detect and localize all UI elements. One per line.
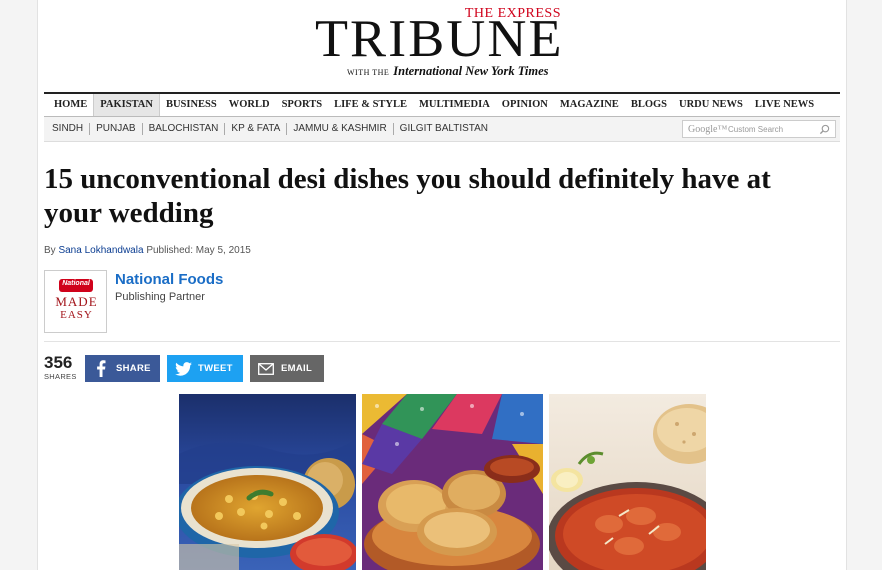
dish-photo-karahi[interactable] xyxy=(549,394,706,570)
search-icon[interactable] xyxy=(819,124,830,135)
dish-photo-curry[interactable] xyxy=(179,394,356,570)
subnav-item-sindh[interactable]: SINDH xyxy=(46,123,91,135)
facebook-share-label: SHARE xyxy=(116,363,151,374)
partner-logo-line1: MADE xyxy=(55,294,98,309)
nav-item-sports[interactable]: SPORTS xyxy=(276,94,328,116)
nav-item-urdu-news[interactable]: URDU NEWS xyxy=(673,94,749,116)
email-icon xyxy=(257,360,275,378)
nav-item-home[interactable]: HOME xyxy=(48,94,93,116)
logo-tribune: TRIBUNE xyxy=(315,10,564,68)
byline-by: By xyxy=(44,245,56,256)
twitter-tweet-button[interactable]: TWEET xyxy=(167,355,243,382)
subnav-item-jammu-kashmir[interactable]: JAMMU & KASHMIR xyxy=(287,123,394,135)
email-share-button[interactable]: EMAIL xyxy=(250,355,324,382)
logo-partnership: WITH THE International New York Times xyxy=(347,64,549,79)
search-box[interactable]: Google™ Custom Search xyxy=(682,120,836,138)
nav-item-business[interactable]: BUSINESS xyxy=(160,94,223,116)
masthead: THE EXPRESS TRIBUNE WITH THE Internationa… xyxy=(38,0,846,90)
nav-item-world[interactable]: WORLD xyxy=(223,94,276,116)
logo-nyt: International New York Times xyxy=(393,64,549,78)
publish-date: Published: May 5, 2015 xyxy=(146,245,251,256)
share-count: 356 SHARES xyxy=(44,353,78,382)
nav-item-magazine[interactable]: MAGAZINE xyxy=(554,94,625,116)
partner-name-link[interactable]: National Foods xyxy=(115,271,223,288)
partner-badge-text: National xyxy=(62,280,90,287)
email-share-label: EMAIL xyxy=(281,363,313,374)
facebook-share-button[interactable]: SHARE xyxy=(85,355,160,382)
partner-role: Publishing Partner xyxy=(115,291,205,303)
nav-item-live-news[interactable]: LIVE NEWS xyxy=(749,94,820,116)
share-count-number: 356 xyxy=(44,353,73,372)
google-label: Google™ xyxy=(688,124,728,135)
subnav-item-punjab[interactable]: PUNJAB xyxy=(90,123,143,135)
primary-nav: HOME PAKISTAN BUSINESS WORLD SPORTS LIFE & ST… xyxy=(44,92,840,117)
byline: By Sana Lokhandwala Published: May 5, 20… xyxy=(44,245,251,256)
dish-photo-puri-image xyxy=(362,394,543,570)
share-count-label: SHARES xyxy=(44,372,77,381)
partner-logo-line2: EASY xyxy=(60,309,93,321)
nav-item-blogs[interactable]: BLOGS xyxy=(625,94,673,116)
partner-logo[interactable]: National MADE EASY xyxy=(44,270,107,333)
secondary-nav: SINDH PUNJAB BALOCHISTAN KP & FATA JAMMU & K… xyxy=(44,117,840,142)
subnav-item-kp-fata[interactable]: KP & FATA xyxy=(225,123,288,135)
nav-item-multimedia[interactable]: MULTIMEDIA xyxy=(413,94,496,116)
twitter-tweet-label: TWEET xyxy=(198,363,233,374)
article-headline: 15 unconventional desi dishes you should… xyxy=(44,163,771,229)
nav-item-opinion[interactable]: OPINION xyxy=(496,94,554,116)
nav-item-pakistan[interactable]: PAKISTAN xyxy=(93,94,160,116)
site-logo[interactable]: THE EXPRESS TRIBUNE WITH THE Internationa… xyxy=(310,4,570,84)
divider xyxy=(44,341,840,342)
page: THE EXPRESS TRIBUNE WITH THE Internationa… xyxy=(37,0,847,570)
search-input[interactable]: Custom Search xyxy=(728,125,783,134)
facebook-icon xyxy=(92,360,110,378)
partner-badge: National xyxy=(59,279,93,292)
twitter-icon xyxy=(174,360,192,378)
dish-photo-puri[interactable] xyxy=(362,394,543,570)
subnav-item-balochistan[interactable]: BALOCHISTAN xyxy=(143,123,226,135)
author-link[interactable]: Sana Lokhandwala xyxy=(58,245,143,256)
logo-with-the: WITH THE xyxy=(347,68,390,77)
subnav-item-gilgit-baltistan[interactable]: GILGIT BALTISTAN xyxy=(394,123,494,135)
nav-item-life-style[interactable]: LIFE & STYLE xyxy=(328,94,413,116)
dish-photo-karahi-image xyxy=(549,394,706,570)
dish-photo-curry-image xyxy=(179,394,356,570)
